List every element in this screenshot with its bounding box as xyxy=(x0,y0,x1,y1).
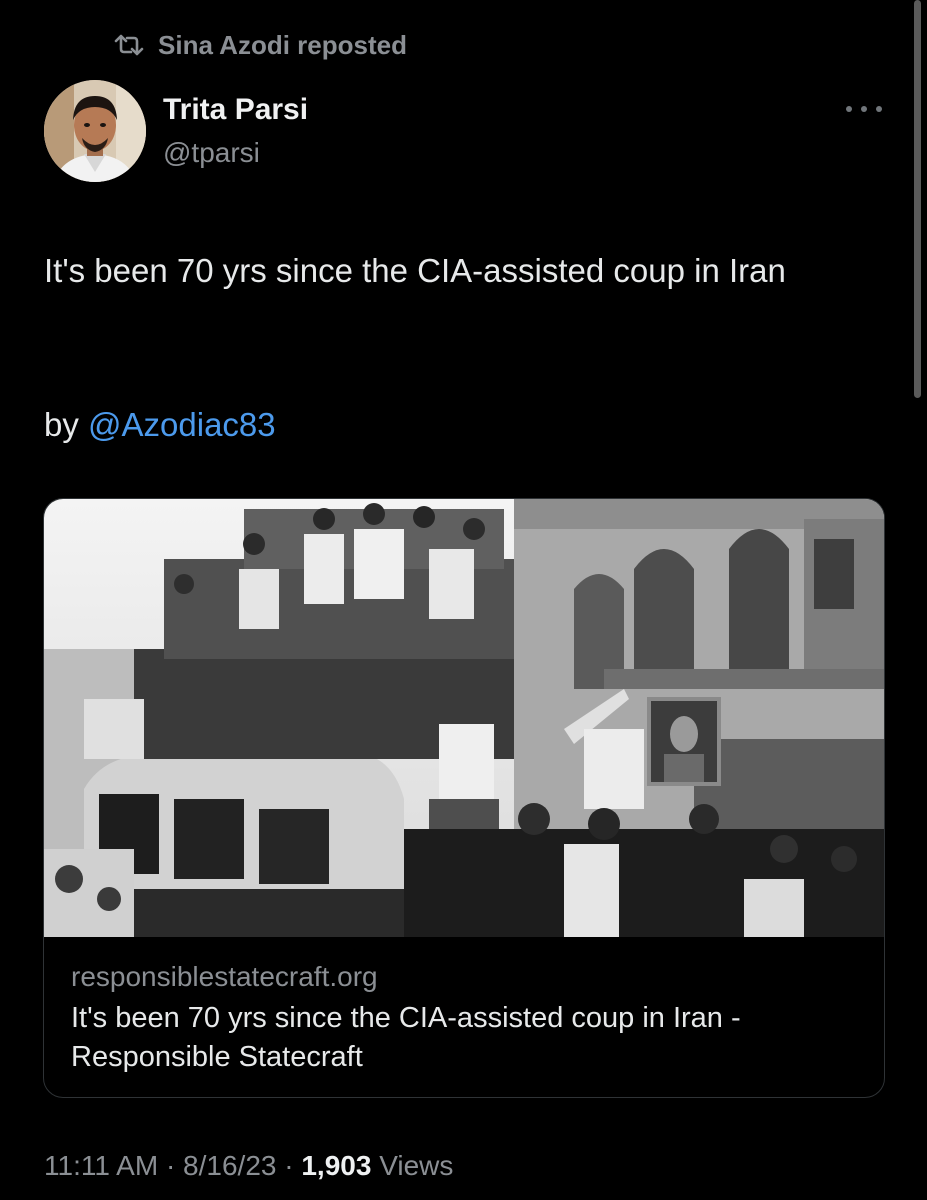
dot xyxy=(846,106,852,112)
separator: · xyxy=(284,1150,294,1181)
by-label: by xyxy=(44,406,79,443)
tweet-meta: 11:11 AM · 8/16/23 · 1,903 Views xyxy=(44,1150,453,1182)
tweet-time[interactable]: 11:11 AM xyxy=(44,1150,158,1181)
repost-icon xyxy=(114,33,144,57)
author-name[interactable]: Trita Parsi xyxy=(163,93,308,127)
author-handle[interactable]: @tparsi xyxy=(163,137,260,169)
tweet-date[interactable]: 8/16/23 xyxy=(183,1150,276,1181)
repost-indicator[interactable]: Sina Azodi reposted xyxy=(114,28,407,62)
dot xyxy=(876,106,882,112)
tweet-text: It's been 70 yrs since the CIA-assisted … xyxy=(44,252,786,289)
card-image[interactable] xyxy=(44,499,884,937)
more-options-icon[interactable] xyxy=(846,96,882,122)
repost-label[interactable]: Sina Azodi reposted xyxy=(158,30,407,61)
card-title[interactable]: It's been 70 yrs since the CIA-assisted … xyxy=(71,999,861,1077)
views-label[interactable]: Views xyxy=(379,1150,453,1181)
dot xyxy=(861,106,867,112)
scrollbar[interactable] xyxy=(914,0,921,398)
avatar[interactable] xyxy=(44,80,146,182)
link-card[interactable]: responsiblestatecraft.org It's been 70 y… xyxy=(43,498,885,1098)
separator: · xyxy=(165,1150,176,1181)
mention-link[interactable]: @Azodiac83 xyxy=(88,406,276,443)
tweet-byline: by @Azodiac83 xyxy=(44,401,276,448)
card-domain[interactable]: responsiblestatecraft.org xyxy=(71,961,378,993)
views-count[interactable]: 1,903 xyxy=(301,1150,371,1181)
